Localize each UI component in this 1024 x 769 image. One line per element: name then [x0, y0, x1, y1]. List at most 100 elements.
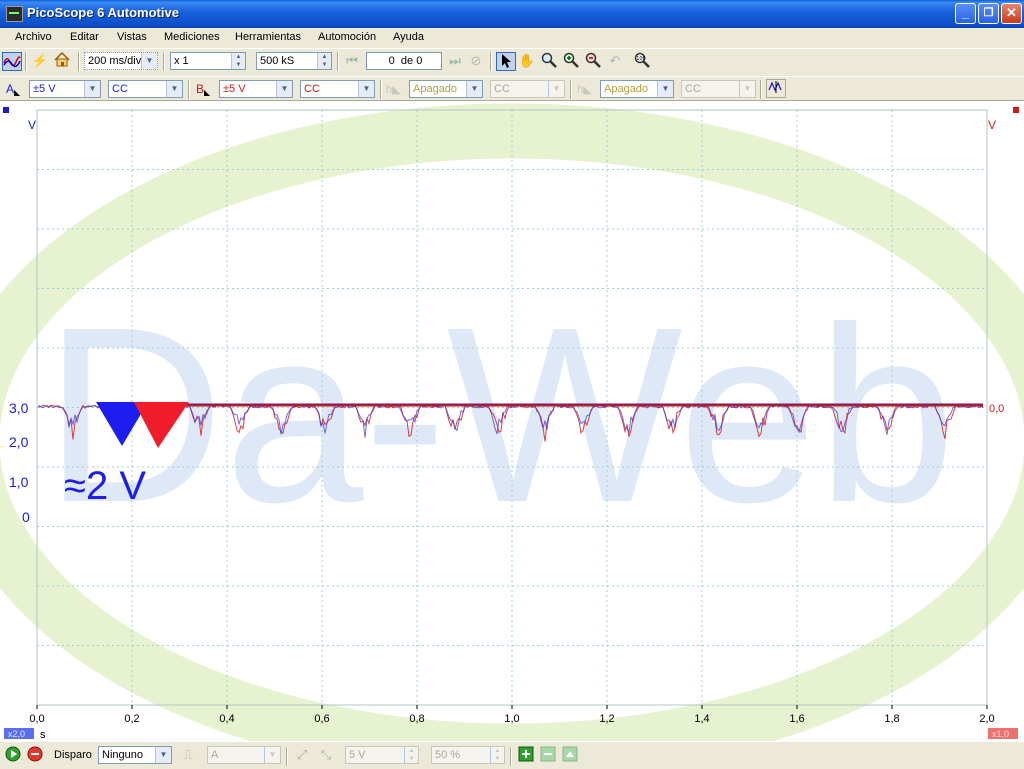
x-tick-label: 0,2: [124, 713, 139, 725]
close-button[interactable]: ✕: [1001, 3, 1022, 24]
menu-automocion[interactable]: Automoción: [318, 31, 376, 43]
menu-editar[interactable]: Editar: [70, 31, 99, 43]
channel-d-range-select[interactable]: Apagado ▼: [600, 80, 674, 98]
window-title: PicoScope 6 Automotive: [27, 5, 179, 20]
x-tick-label: 0,8: [409, 713, 424, 725]
chevron-down-icon: ▼: [166, 81, 182, 97]
channel-d-range: Apagado: [604, 83, 649, 95]
channel-c-range-select[interactable]: Apagado ▼: [409, 80, 483, 98]
voltage-annotation: ≈2 V: [64, 464, 146, 508]
channel-a-range-select[interactable]: ±5 V ▼: [29, 80, 101, 98]
svg-text:100: 100: [636, 56, 646, 62]
channel-a-probe-icon[interactable]: ◣: [14, 88, 20, 97]
chevron-down-icon: ▼: [657, 81, 673, 97]
buffer-navigator[interactable]: 0 de 0: [366, 52, 442, 70]
channel-b-probe-icon[interactable]: ◣: [204, 88, 210, 97]
trigger-channel: A: [211, 749, 219, 761]
zoom-left-label: x2,0: [8, 729, 25, 739]
signal-generator-icon[interactable]: [766, 79, 786, 98]
x-tick-label: 1,0: [504, 713, 519, 725]
threshold-stepper: 5 V ▲ ▼: [345, 746, 419, 764]
zoom-stepper[interactable]: x 1 ▲ ▼: [170, 52, 246, 70]
remove-ruler-icon: [538, 746, 558, 765]
channel-a-marker: [3, 107, 9, 113]
channel-a-label: A: [6, 82, 15, 96]
channel-a-coupling-select[interactable]: CC ▼: [108, 80, 183, 98]
pretrigger-value: 50 %: [435, 749, 461, 761]
scope-view[interactable]: Da-Web V V 3,0 2,0 1,0 0 0,0 ≈2 V 0,0 0,2…: [0, 100, 1024, 742]
compass-icon[interactable]: ⊘: [466, 52, 486, 71]
zoom-tool-icon[interactable]: [539, 52, 559, 71]
channel-a-coupling: CC: [112, 83, 128, 95]
chevron-down-icon: ▼: [739, 81, 755, 97]
channel-b-range: ±5 V: [223, 83, 246, 95]
chevron-down-icon: ▼: [548, 81, 564, 97]
status-bar: Disparo Ninguno ▼ ⎍ A ▼ ⤢ ⤡ 5 V ▲ ▼ 50 % …: [0, 741, 1024, 769]
trigger-mode-select[interactable]: Ninguno ▼: [98, 746, 172, 764]
x-tick-label: 1,2: [599, 713, 614, 725]
home-icon[interactable]: [52, 51, 72, 71]
channel-d-coupling: CC: [685, 83, 701, 95]
stop-button[interactable]: [25, 746, 45, 765]
trigger-mode: Ninguno: [102, 749, 143, 761]
channel-d-coupling-select: CC ▼: [681, 80, 756, 98]
menu-vistas[interactable]: Vistas: [117, 31, 147, 43]
buffer-index: 0: [388, 55, 395, 67]
right-axis-unit: V: [988, 118, 996, 132]
trigger-label: Disparo: [54, 749, 92, 761]
scope-mode-icon[interactable]: [2, 52, 22, 71]
x-tick-label: 2,0: [979, 713, 994, 725]
y-tick-label: 3,0: [9, 400, 29, 416]
x-tick-label: 0,0: [29, 713, 44, 725]
spin-arrows-icon: ▲ ▼: [404, 747, 418, 763]
menu-herramientas[interactable]: Herramientas: [235, 31, 301, 43]
zoom-in-icon[interactable]: [561, 52, 581, 71]
chevron-down-icon: ▼: [264, 747, 280, 763]
channel-b-range-select[interactable]: ±5 V ▼: [219, 80, 293, 98]
hand-tool-icon[interactable]: ✋: [517, 52, 537, 71]
threshold-value: 5 V: [349, 749, 366, 761]
x-tick-label: 1,6: [789, 713, 804, 725]
maximize-button[interactable]: ❐: [978, 3, 999, 24]
channel-a-range: ±5 V: [33, 83, 56, 95]
trigger-channel-select: A ▼: [207, 746, 281, 764]
menu-archivo[interactable]: Archivo: [15, 31, 52, 43]
add-ruler-icon[interactable]: [516, 746, 536, 765]
spin-arrows-icon: ▲ ▼: [231, 53, 245, 69]
x-tick-label: 1,4: [694, 713, 709, 725]
ruler-settings-icon: [560, 746, 580, 765]
app-icon: [6, 6, 23, 22]
menu-bar: Archivo Editar Vistas Mediciones Herrami…: [0, 28, 1024, 48]
scope-svg: Da-Web V V 3,0 2,0 1,0 0 0,0 ≈2 V 0,0 0,2…: [0, 103, 1024, 742]
channel-b-marker: [1013, 107, 1019, 113]
chevron-down-icon: ▼: [155, 747, 171, 763]
left-axis-unit: V: [28, 118, 36, 132]
zoom-fit-icon[interactable]: 100: [632, 52, 652, 71]
chevron-down-icon: ▼: [276, 81, 292, 97]
zoom-right-label: x1,0: [992, 729, 1009, 739]
x-axis-unit: s: [40, 729, 46, 741]
minimize-button[interactable]: _: [955, 3, 976, 24]
pretrigger-stepper: 50 % ▲ ▼: [431, 746, 505, 764]
falling-edge-icon: ⤡: [320, 747, 332, 762]
first-buffer-icon[interactable]: ⏮: [342, 52, 362, 71]
channel-toolbar: A ◣ ±5 V ▼ CC ▼ B ◣ ±5 V ▼ CC ▼ h◣ Apaga…: [0, 76, 1024, 101]
start-button[interactable]: [3, 746, 23, 765]
x-tick-label: 1,8: [884, 713, 899, 725]
y-tick-label: 0: [22, 509, 30, 525]
title-bar: PicoScope 6 Automotive _ ❐ ✕: [0, 0, 1024, 28]
pointer-tool-icon[interactable]: [496, 52, 516, 71]
channel-b-label: B: [196, 82, 205, 96]
channel-b-coupling-select[interactable]: CC ▼: [300, 80, 375, 98]
undo-zoom-icon[interactable]: ↶: [605, 52, 625, 71]
last-buffer-icon[interactable]: ⏭: [445, 52, 465, 71]
zoom-out-icon[interactable]: [583, 52, 603, 71]
menu-mediciones[interactable]: Mediciones: [164, 31, 220, 43]
channel-c-coupling-select: CC ▼: [490, 80, 565, 98]
samples-stepper[interactable]: 500 kS ▲ ▼: [256, 52, 332, 70]
watermark-text: Da-Web: [44, 275, 956, 554]
menu-ayuda[interactable]: Ayuda: [393, 31, 424, 43]
auto-setup-icon[interactable]: ⚡: [30, 52, 50, 71]
timebase-select[interactable]: 200 ms/div ▼: [84, 52, 158, 70]
chevron-down-icon: ▼: [358, 81, 374, 97]
